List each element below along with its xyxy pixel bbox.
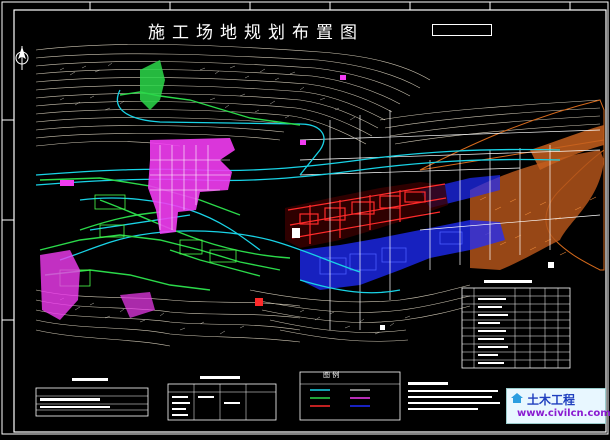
notes-block [408,382,500,410]
green-outlines [59,194,237,287]
cad-drawing: 施工场地规划布置图 图 例 土木工程 www.civilcn.com [0,0,610,436]
legend-box [299,371,401,421]
watermark-badge[interactable]: 土木工程 www.civilcn.com [506,388,610,424]
drawing-canvas [1,1,609,435]
magenta-zone [148,138,235,234]
watermark-url: www.civilcn.com [517,408,610,419]
house-icon [511,393,523,403]
drawing-title: 施工场地规划布置图 [148,23,364,43]
north-arrow-icon [15,46,29,70]
title-block-label [432,24,492,36]
schedule-table [461,280,571,369]
legend-heading: 图 例 [323,371,340,379]
white-block [292,228,300,238]
green-hill [140,60,165,110]
magenta-left [40,250,80,320]
watermark-main: 土木工程 [527,393,576,407]
bottom-table-2 [167,376,277,421]
bottom-table-1 [35,378,149,417]
magenta-small [120,292,155,318]
